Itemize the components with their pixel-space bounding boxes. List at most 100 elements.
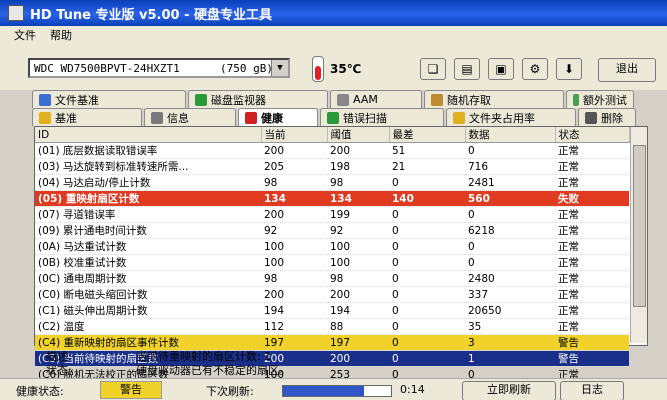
cell-current: 200 [261,142,327,159]
cell-data: 337 [465,286,555,303]
tab-label: 删除 [601,111,623,125]
table-row[interactable]: (03) 马达旋转到标准转速所需... 205 198 21 716 正常 [35,158,629,175]
menu-help[interactable]: 帮助 [50,27,72,43]
table-row[interactable]: (04) 马达启动/停止计数 98 98 0 2481 正常 [35,174,629,191]
cell-worst: 0 [389,302,465,319]
cell-current: 194 [261,302,327,319]
tab-error-scan[interactable]: 错误扫描 [320,108,444,126]
tab-erase[interactable]: 删除 [578,108,636,126]
chevron-down-icon[interactable]: ▼ [271,60,288,76]
log-button[interactable]: 日志 [560,381,624,400]
cell-status: 正常 [555,222,629,239]
tab-extra-tests[interactable]: 额外测试 [566,90,634,108]
cell-current: 100 [261,254,327,271]
random-access-icon [431,93,443,106]
table-row-failed[interactable]: (05) 重映射扇区计数 134 134 140 560 失败 [35,190,629,207]
tab-benchmark[interactable]: 基准 [32,108,142,126]
cell-current: 200 [261,286,327,303]
table-row[interactable]: (C2) 温度 112 88 0 35 正常 [35,318,629,335]
cell-attribute: (0B) 校准重试计数 [35,254,261,271]
tab-file-benchmark[interactable]: 文件基准 [32,90,186,108]
cell-attribute: (0A) 马达重试计数 [35,238,261,255]
cell-worst: 0 [389,222,465,239]
cell-worst: 0 [389,318,465,335]
cell-worst: 0 [389,238,465,255]
cell-threshold: 199 [327,206,389,223]
down-arrow-icon: ⬇ [563,62,575,76]
next-refresh-label: 下次刷新: [206,385,254,398]
scrollbar-thumb[interactable] [633,145,646,307]
drive-select[interactable]: WDC WD7500BPVT-24HXZT1 (750 gB) ▼ [28,58,290,78]
cell-threshold: 100 [327,238,389,255]
tab-info[interactable]: 信息 [144,108,236,126]
settings-button[interactable]: ⚙ [522,58,548,80]
cell-current: 205 [261,158,327,175]
cell-status: 正常 [555,270,629,287]
benchmark-icon [39,111,51,124]
progress-fill [283,386,364,396]
tab-row-1: 文件基准 磁盘监视器 AAM 随机存取 额外测试 [32,90,636,108]
cell-attribute: (C0) 断电磁头缩回计数 [35,286,261,303]
tab-label: AAM [353,93,378,106]
copy-info-button[interactable]: ❏ [420,58,446,80]
save-button[interactable]: ⬇ [556,58,582,80]
table-row[interactable]: (0A) 马达重试计数 100 100 0 0 正常 [35,238,629,255]
cell-data: 0 [465,238,555,255]
cell-threshold: 98 [327,174,389,191]
cell-data: 35 [465,318,555,335]
drive-name: WDC WD7500BPVT-24HXZT1 [34,62,180,75]
cell-current: 200 [261,206,327,223]
health-cross-icon [245,111,257,124]
cell-data: 716 [465,158,555,175]
smart-panel: ID 当前 阈值 最差 数据 状态 (01) 底层数据读取错误率 200 200 51… [34,126,648,383]
tab-aam[interactable]: AAM [330,90,422,108]
tab-label: 健康 [261,111,283,125]
health-status-badge: 警告 [100,381,162,399]
table-row[interactable]: (C0) 断电磁头缩回计数 200 200 0 337 正常 [35,286,629,303]
cell-threshold: 98 [327,270,389,287]
extra-tests-icon [573,93,579,106]
copy-screenshot-button[interactable]: ▤ [454,58,480,80]
countdown-value: 0:14 [400,383,425,396]
magnifier-icon [327,111,339,124]
tab-row-2: 基准 信息 健康 错误扫描 文件夹占用率 删除 [32,108,638,126]
cell-data: 560 [465,190,555,207]
table-row[interactable]: (0B) 校准重试计数 100 100 0 0 正常 [35,254,629,271]
cell-status: 正常 [555,206,629,223]
drive-size: (750 gB) [220,62,273,75]
table-row[interactable]: (09) 累计通电时间计数 92 92 0 6218 正常 [35,222,629,239]
cell-worst: 0 [389,174,465,191]
cell-status: 正常 [555,238,629,255]
col-header-status[interactable]: 状态 [555,127,630,143]
col-header-threshold[interactable]: 阈值 [327,127,390,143]
options-button[interactable]: ▣ [488,58,514,80]
cell-current: 134 [261,190,327,207]
tab-health[interactable]: 健康 [238,108,318,126]
tab-disk-monitor[interactable]: 磁盘监视器 [188,90,328,108]
cell-current: 100 [261,238,327,255]
menu-file[interactable]: 文件 [14,27,36,43]
table-row[interactable]: (01) 底层数据读取错误率 200 200 51 0 正常 [35,142,629,159]
col-header-worst[interactable]: 最差 [389,127,466,143]
cell-threshold: 100 [327,254,389,271]
exit-button[interactable]: 退出 [598,58,656,82]
monitor-icon [195,93,207,106]
col-header-current[interactable]: 当前 [261,127,328,143]
table-row[interactable]: (0C) 通电周期计数 98 98 0 2480 正常 [35,270,629,287]
col-header-data[interactable]: 数据 [465,127,556,143]
thermometer-icon [312,56,324,82]
cell-attribute: (C1) 磁头伸出周期计数 [35,302,261,319]
cell-worst: 0 [389,270,465,287]
table-row[interactable]: (C1) 磁头伸出周期计数 194 194 0 20650 正常 [35,302,629,319]
cell-current: 92 [261,222,327,239]
refresh-now-button[interactable]: 立即刷新 [462,381,556,400]
tab-folder-usage[interactable]: 文件夹占用率 [446,108,576,126]
tab-label: 随机存取 [447,93,491,107]
cell-threshold: 194 [327,302,389,319]
cell-status: 失败 [555,190,629,207]
col-header-id[interactable]: ID [35,127,262,143]
toolbar: WDC WD7500BPVT-24HXZT1 (750 gB) ▼ 35℃ ❏ … [0,44,667,90]
table-scrollbar[interactable] [630,127,647,343]
table-row[interactable]: (07) 寻道错误率 200 199 0 0 正常 [35,206,629,223]
tab-random-access[interactable]: 随机存取 [424,90,564,108]
